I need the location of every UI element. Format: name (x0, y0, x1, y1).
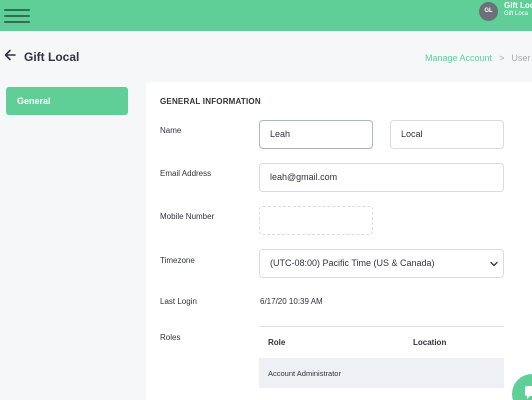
role-cell: Account Administrator (268, 369, 341, 378)
last-login-value: 6/17/20 10:39 AM (260, 297, 323, 306)
roles-label: Roles (160, 333, 181, 342)
breadcrumb-current: User D (511, 53, 532, 63)
breadcrumb-manage-account[interactable]: Manage Account (425, 53, 492, 63)
column-header-location[interactable]: Location (413, 338, 446, 347)
last-name-input[interactable]: Local (390, 120, 504, 149)
hamburger-icon[interactable] (4, 6, 30, 24)
roles-table: Role Location Account Administrator (259, 326, 504, 388)
email-field[interactable]: leah@gmail.com (259, 163, 504, 192)
roles-table-header: Role Location (259, 327, 504, 358)
table-row[interactable]: Account Administrator (259, 358, 504, 388)
email-label: Email Address (160, 169, 212, 178)
sidebar-item-general[interactable]: General (6, 87, 128, 115)
account-name[interactable]: Gift Loc (504, 1, 532, 10)
mobile-label: Mobile Number (160, 212, 215, 221)
account-subtitle: Gift Loca (504, 11, 529, 17)
breadcrumb-separator: > (499, 53, 505, 63)
breadcrumb: Manage Account > User D (425, 53, 532, 63)
last-login-label: Last Login (160, 297, 197, 306)
section-title: GENERAL INFORMATION (160, 97, 261, 106)
timezone-value: (UTC-08:00) Pacific Time (US & Canada) (270, 258, 435, 268)
page-title: Gift Local (24, 50, 80, 64)
chat-icon (525, 386, 532, 399)
top-bar: GL Gift Loc Gift Loca (0, 0, 532, 31)
first-name-input[interactable]: Leah (259, 120, 373, 149)
avatar[interactable]: GL (479, 2, 498, 21)
arrow-left-icon[interactable] (4, 48, 16, 62)
name-label: Name (160, 126, 182, 135)
mobile-number-input[interactable] (259, 206, 373, 235)
column-header-role[interactable]: Role (268, 338, 285, 347)
chevron-down-icon (490, 261, 498, 267)
timezone-select[interactable]: (UTC-08:00) Pacific Time (US & Canada) (259, 249, 504, 278)
timezone-label: Timezone (160, 256, 195, 265)
